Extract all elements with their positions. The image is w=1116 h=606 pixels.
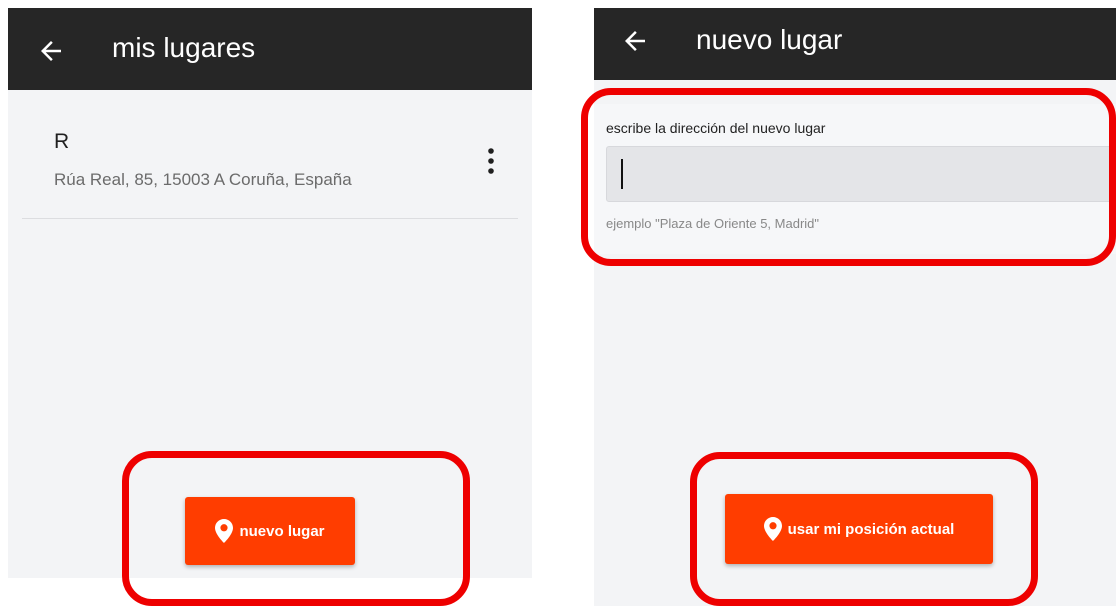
list-item-place[interactable]: R Rúa Real, 85, 15003 A Coruña, España	[22, 90, 518, 219]
page-title: nuevo lugar	[696, 24, 843, 55]
arrow-left-icon[interactable]	[620, 26, 650, 56]
place-address: Rúa Real, 85, 15003 A Coruña, España	[54, 170, 352, 189]
highlight-current-position-button	[690, 452, 1038, 606]
app-bar: nuevo lugar	[594, 8, 1116, 80]
place-name: R	[54, 130, 70, 153]
app-bar: mis lugares	[8, 8, 532, 90]
highlight-address-field	[581, 88, 1116, 266]
arrow-left-icon[interactable]	[36, 36, 66, 66]
highlight-new-place-button	[122, 451, 470, 606]
more-vertical-icon[interactable]	[486, 146, 496, 176]
page-title: mis lugares	[112, 32, 256, 63]
